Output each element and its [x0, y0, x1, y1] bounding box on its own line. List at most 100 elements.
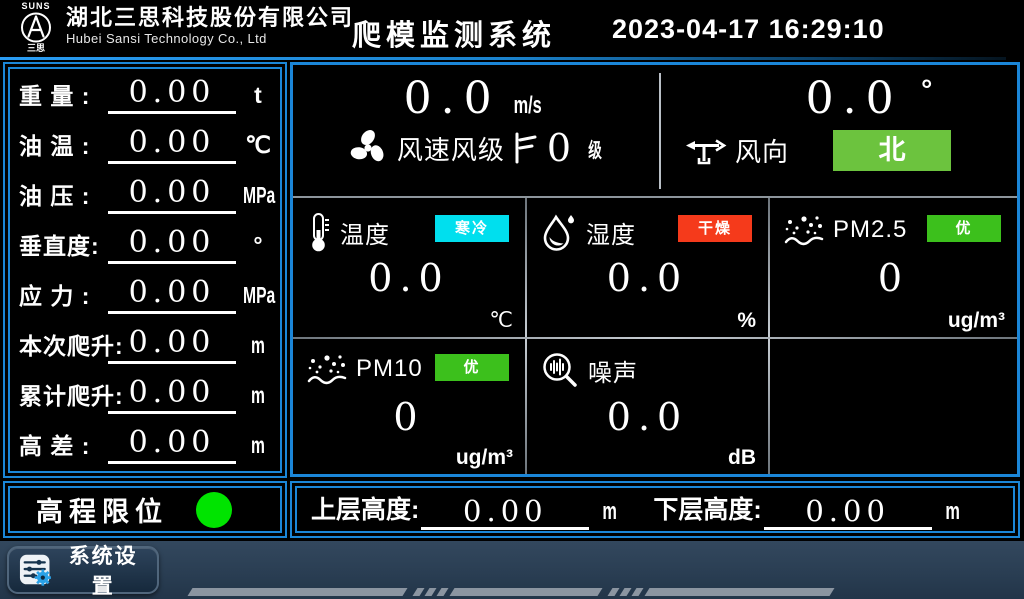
wind-speed-value: 0.0 — [404, 73, 501, 124]
sensor-value: 0 — [293, 395, 525, 439]
dust-icon — [784, 212, 824, 248]
sensor-cell-noise: 噪声 0.0 dB — [527, 339, 768, 474]
sensor-value: 0.0 — [527, 256, 768, 300]
row-value: 0.00 — [108, 276, 236, 314]
wind-level-icon — [511, 130, 537, 166]
sensor-label: PM10 — [356, 355, 423, 383]
datetime-display: 2023-04-17 16:29:10 — [612, 14, 885, 45]
row-oil-pressure: 油 压 : 0.00 MPa — [10, 169, 280, 219]
fan-icon — [347, 127, 389, 169]
thermometer-icon — [307, 212, 331, 252]
sensor-label: 噪声 — [588, 353, 638, 388]
wind-direction-value: 0.0 — [806, 73, 903, 124]
lower-height-group: 下层高度: 0.00 m — [653, 490, 963, 530]
company-logo: SUNS 三思 — [10, 1, 62, 53]
row-value: 0.00 — [108, 176, 236, 214]
row-value: 0.00 — [108, 426, 236, 464]
footer-decoration — [0, 588, 1024, 596]
row-value: 0.00 — [108, 76, 236, 114]
wind-level-value: 0 — [547, 126, 573, 170]
row-label: 重 量 : — [19, 77, 90, 111]
status-badge: 优 — [927, 215, 1001, 242]
company-name-cn: 湖北三思科技股份有限公司 — [66, 5, 354, 31]
sensor-unit: ℃ — [489, 308, 513, 333]
logo-top-text: SUNS — [10, 1, 62, 11]
row-unit: MPa — [243, 282, 273, 309]
row-label: 应 力 : — [19, 277, 90, 311]
logo-bottom-text: 三思 — [10, 44, 62, 53]
sensor-label: 湿度 — [586, 215, 636, 250]
wind-direction-button[interactable]: 北 — [833, 130, 951, 171]
row-label: 高 差 : — [19, 427, 90, 461]
row-label: 垂直度: — [19, 227, 100, 261]
sensor-cell-pm10: PM10 优 0 ug/m³ — [293, 339, 525, 474]
settings-icon — [19, 553, 51, 587]
wind-direction-block: 0.0 ° 风向 北 — [661, 65, 1017, 196]
row-label: 油 温 : — [19, 127, 90, 161]
row-verticality: 垂直度: 0.00 ° — [10, 219, 280, 269]
dust-icon — [307, 351, 347, 387]
wind-speed-block: 0.0 m/s 风速风级 0 — [293, 65, 659, 196]
row-oil-temp: 油 温 : 0.00 ℃ — [10, 119, 280, 169]
row-stress: 应 力 : 0.00 MPa — [10, 269, 280, 319]
company-name-en: Hubei Sansi Technology Co., Ltd — [66, 31, 354, 47]
header: SUNS 三思 湖北三思科技股份有限公司 Hubei Sansi Technol… — [0, 0, 1024, 57]
elevation-limit-panel: 高程限位 — [3, 481, 287, 538]
status-indicator — [196, 492, 232, 528]
row-label: 油 压 : — [19, 177, 90, 211]
environment-panel: 0.0 m/s 风速风级 0 — [290, 62, 1020, 477]
lower-height-unit: m — [945, 498, 960, 530]
sensor-cell-humidity: 湿度 干燥 0.0 % — [527, 200, 768, 337]
noise-icon — [541, 351, 579, 389]
wind-speed-unit: m/s — [514, 92, 542, 120]
row-height-diff: 高 差 : 0.00 m — [10, 419, 280, 469]
row-unit: ° — [236, 232, 280, 259]
sensor-value: 0.0 — [527, 395, 768, 439]
system-settings-button[interactable]: 系统设置 — [7, 546, 159, 594]
sensor-label: PM2.5 — [833, 216, 907, 244]
wind-vane-icon — [683, 133, 727, 169]
elevation-limit-label: 高程限位 — [36, 490, 168, 529]
wind-speed-label: 风速风级 — [397, 130, 505, 167]
upper-height-value: 0.00 — [421, 495, 589, 530]
row-unit: m — [243, 432, 273, 459]
row-weight: 重 量 : 0.00 t — [10, 69, 280, 119]
row-unit: m — [243, 332, 273, 359]
sensor-unit: ug/m³ — [948, 309, 1005, 333]
upper-height-label: 上层高度: — [311, 490, 419, 530]
company-names: 湖北三思科技股份有限公司 Hubei Sansi Technology Co.,… — [66, 5, 354, 47]
sensor-label: 温度 — [340, 215, 390, 250]
sensor-cell-pm25: PM2.5 优 0 ug/m³ — [770, 200, 1017, 337]
upper-height-unit: m — [603, 498, 618, 530]
lower-height-label: 下层高度: — [653, 490, 761, 530]
footer-bar: 系统设置 — [0, 541, 1024, 599]
wind-direction-label: 风向 — [735, 132, 789, 169]
row-value: 0.00 — [108, 326, 236, 364]
layer-heights-panel: 上层高度: 0.00 m 下层高度: 0.00 m — [290, 481, 1020, 538]
row-value: 0.00 — [108, 126, 236, 164]
sensor-cell-empty — [770, 339, 1017, 474]
page-title: 爬模监测系统 — [352, 12, 556, 54]
sensor-unit: % — [737, 309, 756, 333]
logo-icon — [18, 11, 54, 44]
row-unit: MPa — [243, 182, 273, 209]
row-value: 0.00 — [108, 226, 236, 264]
row-unit: ℃ — [236, 132, 280, 159]
row-total-climb: 累计爬升: 0.00 m — [10, 369, 280, 419]
wind-direction-unit: ° — [921, 74, 932, 105]
lower-height-value: 0.00 — [764, 495, 932, 530]
wind-level-unit: 级 — [588, 134, 602, 163]
status-badge: 干燥 — [678, 215, 752, 242]
row-value: 0.00 — [108, 376, 236, 414]
status-badge: 优 — [435, 354, 509, 381]
sensor-unit: ug/m³ — [456, 446, 513, 470]
monitoring-screen: SUNS 三思 湖北三思科技股份有限公司 Hubei Sansi Technol… — [0, 0, 1024, 599]
wind-section: 0.0 m/s 风速风级 0 — [293, 65, 1017, 198]
sensor-unit: dB — [728, 446, 756, 470]
sensor-value: 0.0 — [293, 256, 525, 300]
row-unit: m — [243, 382, 273, 409]
droplet-icon — [541, 212, 577, 252]
sensor-cell-temperature: 温度 寒冷 0.0 ℃ — [293, 200, 525, 337]
status-badge: 寒冷 — [435, 215, 509, 242]
header-divider — [0, 57, 1006, 60]
